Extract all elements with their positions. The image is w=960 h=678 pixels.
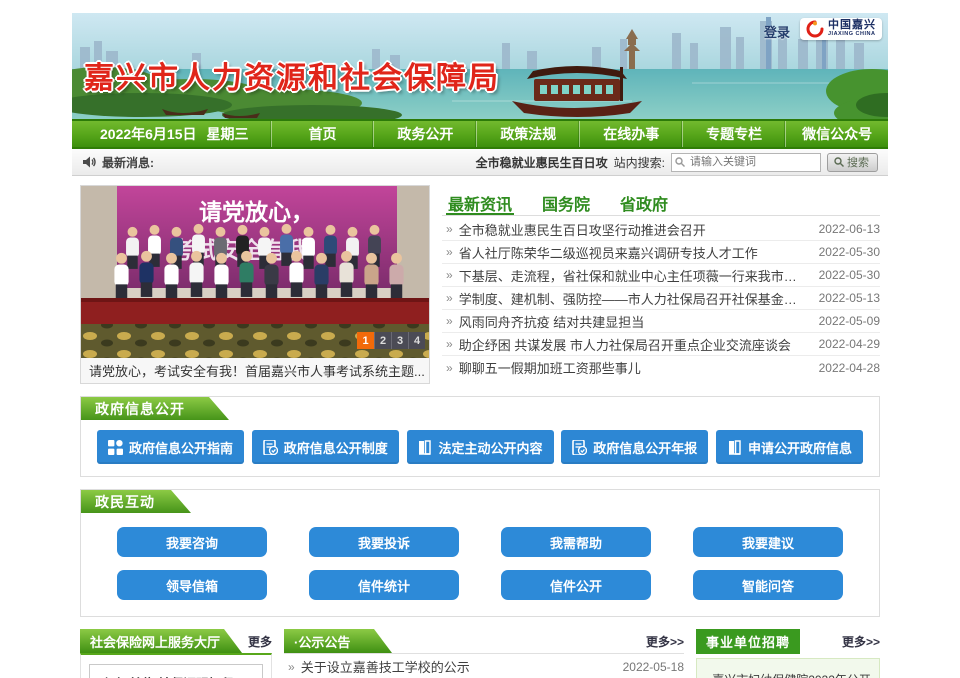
- info-disclosure-header: 政府信息公开: [81, 397, 229, 420]
- nav-item-home[interactable]: 首页: [271, 121, 374, 147]
- search-button[interactable]: 搜索: [827, 153, 878, 172]
- annual-report-button[interactable]: 政府信息公开年报: [561, 430, 708, 464]
- social-insurance-header: 社会保险网上服务大厅: [80, 629, 242, 653]
- consult-button[interactable]: 我要咨询: [117, 527, 267, 557]
- double-arrow-icon: »: [446, 245, 453, 259]
- news-item[interactable]: »聊聊五一假期加班工资那些事儿2022-04-28: [442, 356, 880, 379]
- need-help-button[interactable]: 我需帮助: [501, 527, 651, 557]
- news-item[interactable]: »助企纾困 共谋发展 市人力社保局召开重点企业交流座谈会2022-04-29: [442, 333, 880, 356]
- page: 嘉兴市人力资源和社会保障局 登录 中国嘉兴 JIAXING CHINA: [0, 13, 960, 678]
- news-item[interactable]: »省人社厅陈荣华二级巡视员来嘉兴调研专技人才工作2022-05-30: [442, 241, 880, 264]
- recruitment-list: •嘉兴市妇幼保健院2022年公开... •2022年嘉兴市属事业单位公开... …: [696, 658, 880, 678]
- announcement-item[interactable]: »关于设立嘉善技工学校的公示2022-05-18: [284, 654, 684, 678]
- recruitment-item[interactable]: •嘉兴市妇幼保健院2022年公开...: [703, 665, 873, 678]
- photo-carousel[interactable]: 请党放心， 考试安全有我: [80, 185, 430, 384]
- carousel-page-4[interactable]: 4: [408, 332, 425, 349]
- double-arrow-icon: »: [288, 660, 295, 674]
- interaction-panel: 政民互动 我要咨询 我要投诉 我需帮助 我要建议 领导信箱 信件统计 信件公开 …: [80, 489, 880, 617]
- announcements-more-link[interactable]: 更多>>: [646, 633, 684, 650]
- speaker-icon: [82, 155, 96, 169]
- announcement-list: »关于设立嘉善技工学校的公示2022-05-18 »关于公布嘉兴市人力资源和社会…: [284, 654, 684, 678]
- doc-check-icon: [263, 440, 278, 455]
- tab-provincial-gov[interactable]: 省政府: [618, 187, 670, 215]
- smart-qa-button[interactable]: 智能问答: [693, 570, 843, 600]
- nav-item-wechat[interactable]: 微信公众号: [785, 121, 888, 147]
- double-arrow-icon: »: [446, 337, 453, 351]
- nav-item-online-services[interactable]: 在线办事: [579, 121, 682, 147]
- announcements-column: ·公示公告 更多>> »关于设立嘉善技工学校的公示2022-05-18 »关于公…: [284, 629, 684, 678]
- announcements-header: ·公示公告: [284, 629, 392, 653]
- double-arrow-icon: »: [446, 361, 453, 375]
- site-title: 嘉兴市人力资源和社会保障局: [84, 53, 500, 97]
- tab-state-council[interactable]: 国务院: [540, 187, 592, 215]
- jiaxing-logo-icon: [806, 20, 824, 38]
- carousel-caption[interactable]: 请党放心，考试安全有我！首届嘉兴市人事考试系统主题...: [81, 358, 429, 383]
- recruitment-more-link[interactable]: 更多>>: [842, 633, 880, 650]
- doc-check-icon: [572, 440, 587, 455]
- grid-icon: [108, 440, 123, 455]
- news-item[interactable]: »学制度、建机制、强防控——市人力社保局召开社保基金要情专题学习会2022-05…: [442, 287, 880, 310]
- logo-text-en: JIAXING CHINA: [828, 32, 876, 38]
- recruitment-header: 事业单位招聘: [696, 629, 800, 654]
- mail-disclosure-button[interactable]: 信件公开: [501, 570, 651, 600]
- site-search-label: 站内搜索:: [614, 154, 665, 171]
- news-list: »全市稳就业惠民生百日攻坚行动推进会召开2022-06-13 »省人社厅陈荣华二…: [442, 216, 880, 379]
- news-item[interactable]: »下基层、走流程，省社保和就业中心主任项薇一行来我市调研“国统”上线情况2022…: [442, 264, 880, 287]
- double-arrow-icon: »: [446, 291, 453, 305]
- open-book-icon: [417, 440, 432, 455]
- news-ticker-bar: 最新消息: 全市稳就业惠民生百日攻 站内搜索: 搜索: [72, 149, 888, 176]
- social-insurance-column: 社会保险网上服务大厅 更多 个人(单位)社保证明打印 办事指南: [80, 629, 272, 678]
- double-arrow-icon: »: [446, 222, 453, 236]
- social-insurance-more-link[interactable]: 更多: [248, 633, 272, 650]
- mail-statistics-button[interactable]: 信件统计: [309, 570, 459, 600]
- ticker-label: 最新消息:: [102, 154, 154, 171]
- disclosure-guide-button[interactable]: 政府信息公开指南: [97, 430, 244, 464]
- interaction-header: 政民互动: [81, 490, 191, 513]
- news-column: 最新资讯 国务院 省政府 »全市稳就业惠民生百日攻坚行动推进会召开2022-06…: [442, 185, 880, 384]
- info-disclosure-panel: 政府信息公开 政府信息公开指南 政府信息公开制度 法定主动公开内容: [80, 396, 880, 477]
- slide-headline-line1: 请党放心，: [199, 199, 314, 225]
- bullet-icon: •: [705, 673, 709, 678]
- news-item[interactable]: »风雨同舟齐抗疫 结对共建显担当2022-05-09: [442, 310, 880, 333]
- banner: 嘉兴市人力资源和社会保障局 登录 中国嘉兴 JIAXING CHINA: [72, 13, 888, 119]
- nav-date: 2022年6月15日星期三: [72, 121, 271, 147]
- hot-word-link[interactable]: 全市稳就业惠民生百日攻: [476, 154, 608, 171]
- carousel-pager: 1 2 3 4: [357, 332, 425, 349]
- search-button-icon: [834, 157, 844, 167]
- double-arrow-icon: »: [446, 314, 453, 328]
- tab-latest-news[interactable]: 最新资讯: [446, 187, 514, 215]
- news-item[interactable]: »全市稳就业惠民生百日攻坚行动推进会召开2022-06-13: [442, 218, 880, 241]
- suggestion-button[interactable]: 我要建议: [693, 527, 843, 557]
- statutory-disclosure-button[interactable]: 法定主动公开内容: [407, 430, 554, 464]
- complaint-button[interactable]: 我要投诉: [309, 527, 459, 557]
- disclosure-system-button[interactable]: 政府信息公开制度: [252, 430, 399, 464]
- nav-item-gov-affairs[interactable]: 政务公开: [373, 121, 476, 147]
- jiaxing-logo[interactable]: 中国嘉兴 JIAXING CHINA: [800, 18, 882, 40]
- news-tabs: 最新资讯 国务院 省政府: [442, 185, 880, 216]
- search-input[interactable]: [671, 153, 821, 172]
- nav-item-policies[interactable]: 政策法规: [476, 121, 579, 147]
- carousel-page-1[interactable]: 1: [357, 332, 374, 349]
- search-icon: [675, 157, 685, 167]
- login-link[interactable]: 登录: [764, 22, 790, 41]
- leader-mailbox-button[interactable]: 领导信箱: [117, 570, 267, 600]
- double-arrow-icon: »: [446, 268, 453, 282]
- carousel-page-3[interactable]: 3: [391, 332, 408, 349]
- nav-item-special-columns[interactable]: 专题专栏: [682, 121, 785, 147]
- insurance-proof-print-item[interactable]: 个人(单位)社保证明打印: [89, 664, 263, 678]
- recruitment-column: 事业单位招聘 更多>> •嘉兴市妇幼保健院2022年公开... •2022年嘉兴…: [696, 629, 880, 678]
- request-disclosure-button[interactable]: 申请公开政府信息: [716, 430, 863, 464]
- carousel-page-2[interactable]: 2: [374, 332, 391, 349]
- main-nav: 2022年6月15日星期三 首页 政务公开 政策法规 在线办事 专题专栏 微信公…: [72, 119, 888, 149]
- open-book-icon: [727, 440, 742, 455]
